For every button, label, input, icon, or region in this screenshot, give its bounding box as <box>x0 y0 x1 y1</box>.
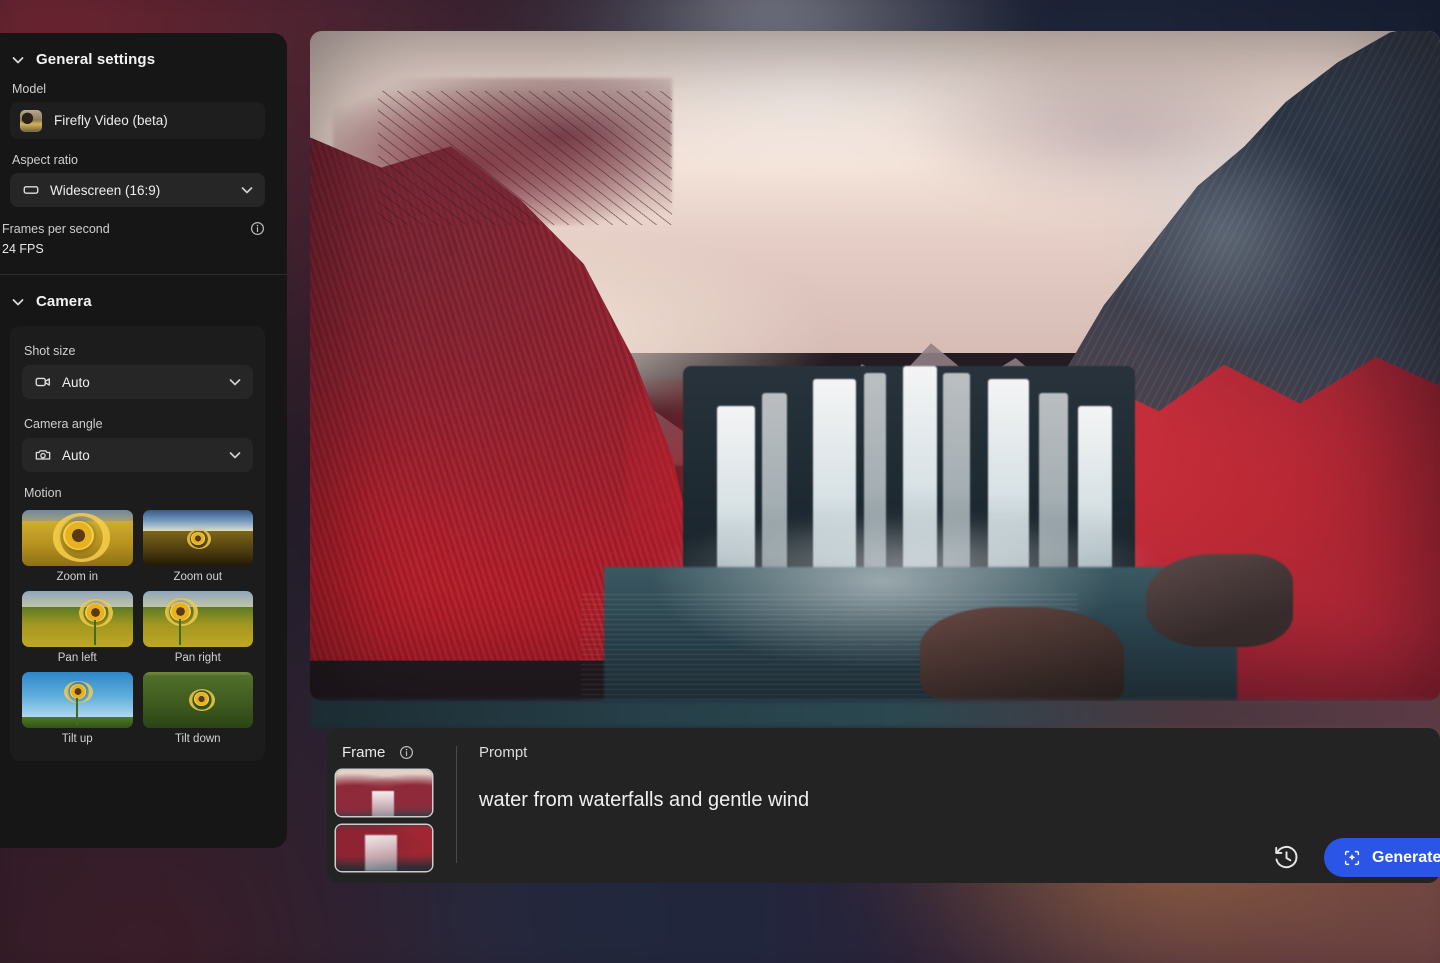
camera-section-title: Camera <box>36 293 92 310</box>
info-icon[interactable] <box>399 745 414 760</box>
model-value: Firefly Video (beta) <box>54 113 168 128</box>
info-icon[interactable] <box>250 221 265 236</box>
camera-angle-value: Auto <box>62 448 90 463</box>
chevron-down-icon <box>10 294 26 310</box>
motion-caption: Pan right <box>143 652 254 664</box>
motion-preset-pan-left[interactable]: Pan left <box>22 591 133 664</box>
motion-thumbnail <box>22 591 133 647</box>
video-camera-icon <box>34 373 52 391</box>
aspect-ratio-select[interactable]: Widescreen (16:9) <box>10 173 265 207</box>
camera-settings-card: Shot size Auto Camera angle Auto Motion <box>10 326 265 761</box>
chevron-down-icon <box>239 182 255 198</box>
motion-thumbnail <box>143 672 254 728</box>
fps-label: Frames per second <box>2 222 110 236</box>
motion-preset-tilt-down[interactable]: Tilt down <box>143 672 254 745</box>
motion-caption: Tilt up <box>22 733 133 745</box>
motion-caption: Pan left <box>22 652 133 664</box>
camera-angle-label: Camera angle <box>22 413 253 438</box>
shot-size-value: Auto <box>62 375 90 390</box>
frame-label: Frame <box>342 744 385 761</box>
first-frame-thumbnail[interactable] <box>336 770 432 816</box>
chevron-down-icon <box>227 447 243 463</box>
chevron-down-icon <box>227 374 243 390</box>
motion-caption: Zoom in <box>22 571 133 583</box>
fps-value: 24 FPS <box>0 236 287 256</box>
settings-sidebar: General settings Model Firefly Video (be… <box>0 33 287 848</box>
motion-preset-zoom-out[interactable]: Zoom out <box>143 510 254 583</box>
aspect-ratio-value: Widescreen (16:9) <box>50 183 160 198</box>
model-selector[interactable]: Firefly Video (beta) <box>10 102 265 139</box>
camera-angle-select[interactable]: Auto <box>22 438 253 472</box>
motion-caption: Tilt down <box>143 733 254 745</box>
aspect-ratio-label: Aspect ratio <box>10 141 265 173</box>
motion-preset-grid: Zoom in Zoom out <box>22 510 253 745</box>
chevron-down-icon <box>10 52 26 68</box>
motion-thumbnail <box>143 510 254 566</box>
history-icon[interactable] <box>1272 843 1301 872</box>
motion-thumbnail <box>143 591 254 647</box>
motion-preset-tilt-up[interactable]: Tilt up <box>22 672 133 745</box>
prompt-label: Prompt <box>479 744 1440 761</box>
motion-preset-pan-right[interactable]: Pan right <box>143 591 254 664</box>
preview-underglow <box>310 700 1440 728</box>
model-thumbnail-icon <box>20 110 42 132</box>
motion-thumbnail <box>22 510 133 566</box>
shot-size-select[interactable]: Auto <box>22 365 253 399</box>
motion-label: Motion <box>24 486 253 500</box>
general-settings-title: General settings <box>36 51 155 68</box>
model-label: Model <box>10 78 265 102</box>
sparkle-image-icon <box>1342 848 1362 868</box>
photo-camera-icon <box>34 446 52 464</box>
camera-section-header[interactable]: Camera <box>0 275 287 320</box>
generate-button[interactable]: Generate <box>1324 838 1440 877</box>
prompt-input[interactable]: water from waterfalls and gentle wind <box>479 787 1440 813</box>
widescreen-icon <box>22 181 40 199</box>
generate-label: Generate <box>1372 849 1440 867</box>
preview-vignette <box>310 31 1440 701</box>
motion-preset-zoom-in[interactable]: Zoom in <box>22 510 133 583</box>
motion-thumbnail <box>22 672 133 728</box>
video-preview[interactable] <box>310 31 1440 701</box>
last-frame-thumbnail[interactable] <box>336 825 432 871</box>
general-settings-header[interactable]: General settings <box>0 33 287 78</box>
motion-caption: Zoom out <box>143 571 254 583</box>
shot-size-label: Shot size <box>22 340 253 365</box>
frame-section: Frame <box>327 728 456 883</box>
